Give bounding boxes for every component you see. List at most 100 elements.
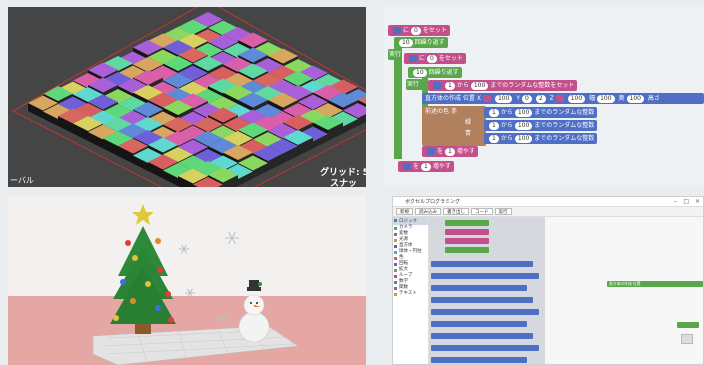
category-item[interactable]: ロジック [393,217,428,225]
create-cube-block[interactable]: 直方体の作成 位置 X 100 Y02 Z 100 幅 100 奥 100 高さ [422,93,704,104]
value-0[interactable]: 0 [427,55,437,63]
rand-min[interactable]: 1 [489,109,499,117]
repeat-count[interactable]: 10 [413,69,427,77]
block-text: から [456,82,469,89]
flyout-block[interactable] [445,247,489,253]
flyout-block[interactable] [431,345,539,351]
set-variable-block-2[interactable]: に 0 をセット [404,53,466,64]
flyout-block[interactable] [431,261,533,267]
run-button[interactable]: 実行 [494,208,512,215]
workspace[interactable]: 直方体の作成 位置 [429,217,703,364]
depth-value[interactable]: 100 [626,95,644,103]
increment-block-2[interactable]: を 1 増やす [398,161,454,172]
set-random-block[interactable]: 1 から 100 までのランダムな整数をセット [428,80,578,91]
flyout-block[interactable] [445,229,489,235]
flyout-block[interactable] [431,297,533,303]
block-text: から [500,109,513,116]
repeat-block-1[interactable]: 10 回繰り返す [394,37,448,48]
variable-slot[interactable] [393,27,401,34]
x-var[interactable] [482,95,491,102]
height-slot[interactable] [661,95,670,102]
block-text: をセット [550,82,575,89]
category-sidebar: ロジック カメラ 変数 光源 直方体 球体・円柱色回転 拡大 ループ 数学 関数 テキスト [393,217,429,364]
block-text: 回繰り返す [414,39,445,46]
app-window: ボクセルプログラミング – □ × 新規 読み込み 書き出し コード 実行 ロジ… [392,196,704,365]
execute-label-2: 実行 [406,79,424,90]
snowman-hat [249,280,259,288]
block-text: 直方体の作成 位置 [609,281,641,286]
variable-slot[interactable] [409,55,417,62]
y-mult[interactable]: 2 [535,95,546,103]
variable-slot[interactable] [427,148,435,155]
flyout-block[interactable] [431,273,539,279]
red-label: 赤 [450,108,457,115]
repeat-count[interactable]: 10 [399,39,413,47]
x-value[interactable]: 100 [494,95,513,103]
snap-label: スナッ [330,179,358,187]
voxel-scene [12,7,366,187]
flyout-block[interactable] [431,357,527,363]
rand-max[interactable]: 100 [514,122,533,130]
increment-block-1[interactable]: を 1 増やす [422,146,478,157]
rand-min[interactable]: 1 [489,122,499,130]
block-text: 直方体の作成 位置 [425,95,475,102]
rand-max[interactable]: 100 [514,109,533,117]
set-variable-block-1[interactable]: に 0 をセット [388,25,450,36]
block-flyout[interactable] [429,217,545,364]
category-item[interactable]: テキスト [393,291,428,297]
random-red[interactable]: 1 から 100 までのランダムな整数 [484,107,598,118]
block-text: から [500,122,513,129]
new-button[interactable]: 新規 [396,208,413,215]
increment-value[interactable]: 1 [445,148,455,156]
block-text: 増やす [456,148,475,155]
export-button[interactable]: 書き出し [443,208,469,215]
execute-label-1: 実行 [388,49,402,60]
window-title: ボクセルプログラミング – □ × [393,197,703,207]
axis-label: ーバル [10,176,34,185]
increment-value[interactable]: 1 [421,163,431,171]
flyout-block[interactable] [445,220,489,226]
trash-icon[interactable] [681,334,693,344]
block-text: までのランダムな整数 [490,82,551,89]
z-value[interactable]: 100 [567,95,586,103]
flyout-block[interactable] [431,321,527,327]
block-program-workspace[interactable]: に 0 をセット 10 回繰り返す 実行 に 0 をセット 10 回繰り返す 実行 1 から 1… [384,7,704,187]
block-text: に [419,55,426,62]
repeat-block-2[interactable]: 10 回繰り返す [408,67,462,78]
flyout-block[interactable] [431,333,533,339]
close-icon[interactable]: × [695,197,700,207]
open-button[interactable]: 読み込み [415,208,441,215]
variable-slot[interactable] [403,163,411,170]
flyout-block[interactable] [445,238,489,244]
minimize-icon[interactable]: – [674,197,677,207]
block-text: に [403,27,410,34]
block-text: までのランダムな整数 [534,109,595,116]
y-value[interactable]: 0 [522,95,532,103]
z-label: Z [549,95,554,102]
workspace-block[interactable]: 直方体の作成 位置 [607,281,703,287]
rand-min[interactable]: 1 [445,82,455,90]
rand-max[interactable]: 100 [470,82,489,90]
code-button[interactable]: コード [471,208,493,215]
flyout-block[interactable] [431,285,527,291]
snowman-body [238,311,270,343]
flyout-block[interactable] [431,309,539,315]
height-label: 高さ [647,95,660,102]
app-toolbar: 新規 読み込み 書き出し コード 実行 [393,207,703,217]
block-text: を [413,163,420,170]
random-blue[interactable]: 1 から 100 までのランダムな整数 [484,133,598,144]
rand-max[interactable]: 100 [514,135,533,143]
z-var[interactable] [555,95,564,102]
width-value[interactable]: 100 [597,95,615,103]
color-block[interactable]: 前述の色 赤 緑 青 [422,106,486,146]
outer-loop-frame [394,45,402,159]
variable-slot[interactable] [433,82,441,89]
maximize-icon[interactable]: □ [683,197,689,207]
zoom-control[interactable] [677,322,699,328]
green-label: 緑 [465,119,472,126]
random-green[interactable]: 1 から 100 までのランダムな整数 [484,120,598,131]
voxel-viewport[interactable]: ーバル グリッド: 50mm スナッ [8,7,366,187]
block-text: 前述の色 [425,108,450,115]
rand-min[interactable]: 1 [489,135,499,143]
value-0[interactable]: 0 [411,27,421,35]
